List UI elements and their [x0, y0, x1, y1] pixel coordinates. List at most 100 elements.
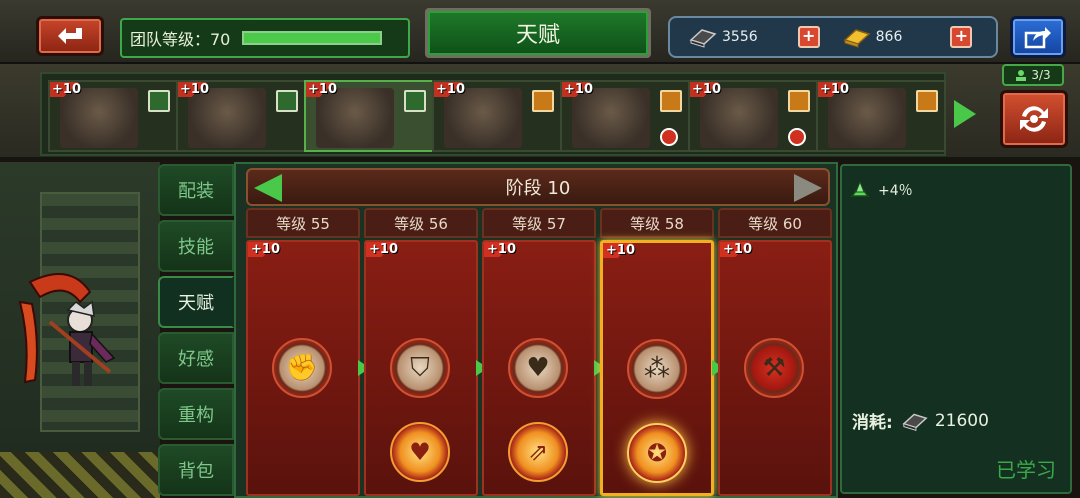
hero-portrait [316, 88, 394, 148]
currency-2: 866 [842, 26, 903, 48]
stage-header: 阶段 10 [246, 168, 830, 206]
talent-upgrade-level: +10 [366, 242, 401, 257]
talent-column[interactable]: +10 ⁂ ✪ [600, 240, 714, 496]
warning-icon [660, 128, 678, 146]
level-requirement-label: 等级 60 [718, 208, 832, 238]
swap-cycle-icon [1020, 106, 1048, 132]
hazard-floor [0, 452, 160, 498]
hero-card[interactable]: +10 [688, 80, 818, 152]
attack-role-icon [532, 90, 554, 112]
team-count-value: 3/3 [1031, 68, 1051, 82]
splash-icon[interactable]: ⁂ [627, 339, 687, 399]
attack-role-icon [916, 90, 938, 112]
hero-card[interactable]: +10 [560, 80, 690, 152]
currency-2-value: 866 [875, 29, 903, 45]
talent-upgrade-level: +10 [484, 242, 519, 257]
hero-card[interactable]: +10 [304, 80, 434, 152]
tab-5[interactable]: 背包 [158, 444, 234, 496]
team-level-bar [242, 31, 383, 45]
back-button[interactable] [36, 16, 104, 56]
next-stage-arrow-icon[interactable] [794, 174, 822, 202]
talent-column[interactable]: +10 ✊ [246, 240, 360, 496]
talent-column[interactable]: +10 ⛉ ♥ [364, 240, 478, 496]
hero-selection-row: +10 +10 +10 +10 +10 +10 +10 3/3 [0, 64, 1080, 160]
talent-column[interactable]: +10 ♥ ⇗ [482, 240, 596, 496]
hero-upgrade-level: +10 [50, 82, 83, 97]
share-button[interactable] [1010, 16, 1066, 58]
hero-upgrade-level: +10 [690, 82, 723, 97]
share-arrow-icon [1024, 27, 1051, 49]
talent-detail-panel: +4％ 消耗: 21600 已学习 [840, 164, 1072, 494]
attribute-up-icon [850, 180, 870, 197]
level-label-row: 等级 55 等级 56 等级 57 等级 58 等级 60 [246, 208, 836, 240]
hero-portrait [828, 88, 906, 148]
talent-upgrade-level: +10 [720, 242, 755, 257]
learned-status: 已学习 [996, 458, 1056, 482]
hero-upgrade-level: +10 [178, 82, 211, 97]
level-requirement-label: 等级 58 [600, 208, 714, 238]
hero-upgrade-level: +10 [434, 82, 467, 97]
support-role-icon [276, 90, 298, 112]
ingot-dark-icon [902, 413, 928, 431]
hero-portrait [188, 88, 266, 148]
stage-label: 阶段 10 [505, 178, 571, 199]
hero-card[interactable]: +10 [48, 80, 178, 152]
heart-icon[interactable]: ♥ [508, 338, 568, 398]
talent-panel: 阶段 10 等级 55 等级 56 等级 57 等级 58 等级 60 +10 ✊ +10 ⛉… [234, 162, 838, 498]
swap-team-button[interactable] [1000, 90, 1068, 148]
hero-card[interactable]: +10 [432, 80, 562, 152]
hero-upgrade-level: +10 [306, 82, 339, 97]
shield-icon[interactable]: ⛉ [390, 338, 450, 398]
return-arrow-icon [58, 28, 82, 44]
hero-strip: +10 +10 +10 +10 +10 +10 +10 [40, 72, 946, 156]
level-requirement-label: 等级 55 [246, 208, 360, 238]
top-bar: 团队等级：70 天赋 3556 + 866 + [0, 0, 1080, 64]
tab-2[interactable]: 天赋 [158, 276, 234, 328]
hero-card[interactable]: +10 [816, 80, 946, 152]
bonus-row: +4％ [850, 180, 913, 200]
currency-1-value: 3556 [722, 29, 758, 45]
tab-1[interactable]: 技能 [158, 220, 234, 272]
character-sprite [18, 273, 116, 386]
currency-panel: 3556 + 866 + [668, 16, 998, 58]
talent-column[interactable]: +10 ⚒ [718, 240, 832, 496]
level-requirement-label: 等级 56 [364, 208, 478, 238]
fist-icon[interactable]: ✊ [272, 338, 332, 398]
support-role-icon [148, 90, 170, 112]
strength-icon[interactable]: ✪ [627, 423, 687, 483]
ingot-dark-icon [689, 29, 717, 48]
warning-icon [788, 128, 806, 146]
hero-upgrade-level: +10 [818, 82, 851, 97]
talent-upgrade-level: +10 [603, 243, 638, 258]
person-icon [1016, 70, 1027, 81]
hero-portrait [444, 88, 522, 148]
previous-stage-arrow-icon[interactable] [254, 174, 282, 202]
team-level-panel: 团队等级：70 [120, 18, 410, 58]
heart-burst-icon[interactable]: ♥ [390, 422, 450, 482]
cost-label: 消耗: [852, 413, 893, 433]
tab-3[interactable]: 好感 [158, 332, 234, 384]
hero-portrait [572, 88, 650, 148]
attack-role-icon [660, 90, 682, 112]
page-title: 天赋 [425, 8, 651, 58]
team-level-bar-fill [244, 33, 381, 43]
next-hero-arrow-icon[interactable] [954, 100, 976, 128]
add-currency-1-button[interactable]: + [797, 26, 820, 48]
tab-0[interactable]: 配装 [158, 164, 234, 216]
team-level-label: 团队等级：70 [130, 30, 231, 49]
cost-value: 21600 [934, 410, 989, 431]
character-display [0, 162, 160, 498]
gold-arrow-icon[interactable]: ⇗ [508, 422, 568, 482]
scythe-icon[interactable]: ⚒ [744, 338, 804, 398]
tab-4[interactable]: 重构 [158, 388, 234, 440]
hero-card[interactable]: +10 [176, 80, 306, 152]
hero-upgrade-level: +10 [562, 82, 595, 97]
currency-1: 3556 [688, 26, 758, 48]
bonus-value: +4％ [878, 183, 913, 199]
team-count-badge: 3/3 [1002, 64, 1064, 86]
attack-role-icon [788, 90, 810, 112]
hero-portrait [700, 88, 778, 148]
add-currency-2-button[interactable]: + [950, 26, 973, 48]
side-tab-list: 配装 技能 天赋 好感 重构 背包 [158, 164, 234, 498]
talent-upgrade-level: +10 [248, 242, 283, 257]
